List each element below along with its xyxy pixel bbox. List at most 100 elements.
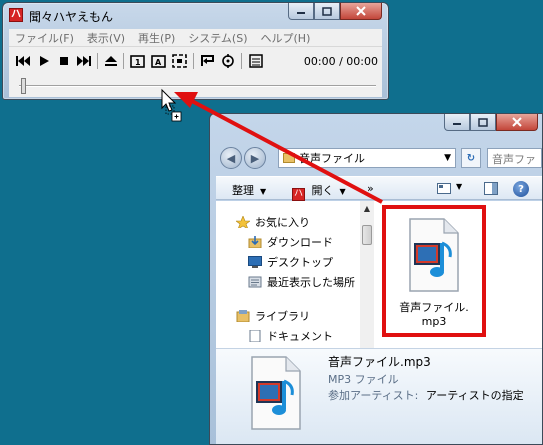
random-button[interactable] bbox=[171, 53, 187, 69]
nav-item-documents[interactable]: ドキュメント bbox=[248, 327, 333, 345]
search-input[interactable]: 音声ファ bbox=[487, 148, 542, 168]
window-title: 聞々ハヤえもん bbox=[29, 10, 114, 24]
menu-view[interactable]: 表示(V) bbox=[81, 30, 132, 46]
file-name-label: 音声ファイル. mp3 bbox=[386, 301, 482, 329]
nav-favorites-label: お気に入り bbox=[255, 216, 310, 229]
arrow-right-icon: ▶ bbox=[250, 151, 260, 165]
play-button[interactable] bbox=[36, 53, 52, 69]
desktop-icon bbox=[248, 256, 262, 268]
seek-bar[interactable] bbox=[19, 85, 376, 87]
repeat-one-icon: 1 bbox=[129, 55, 145, 68]
details-file-type: MP3 ファイル bbox=[328, 373, 399, 386]
next-button[interactable] bbox=[76, 53, 92, 69]
skip-forward-icon bbox=[77, 56, 91, 66]
view-icon[interactable] bbox=[437, 182, 451, 195]
download-icon bbox=[248, 236, 262, 248]
close-button[interactable] bbox=[496, 114, 538, 131]
repeat-all-icon: A bbox=[150, 55, 166, 68]
address-bar[interactable]: 音声ファイル ▼ bbox=[278, 148, 456, 168]
previous-button[interactable] bbox=[15, 53, 31, 69]
caption-buttons bbox=[288, 3, 382, 20]
toolbar-separator bbox=[241, 53, 242, 69]
chevron-down-icon: ▼ bbox=[337, 187, 346, 196]
repeat-all-button[interactable]: A bbox=[150, 53, 166, 69]
details-artist-value[interactable]: アーティストの指定 bbox=[426, 389, 524, 402]
nav-item-downloads[interactable]: ダウンロード bbox=[248, 233, 333, 251]
refresh-button[interactable]: ↻ bbox=[461, 148, 481, 168]
minimize-button[interactable] bbox=[444, 114, 470, 131]
time-display: 00:00 / 00:00 bbox=[303, 55, 378, 68]
minimize-icon bbox=[453, 123, 461, 125]
open-button[interactable]: ハ 開く ▼ bbox=[292, 182, 346, 201]
preview-pane-icon[interactable] bbox=[484, 182, 498, 195]
nav-pane-scrollbar[interactable]: ▲ bbox=[360, 201, 374, 348]
marker-button[interactable] bbox=[220, 53, 236, 69]
menu-play[interactable]: 再生(P) bbox=[132, 30, 182, 46]
maximize-button[interactable] bbox=[470, 114, 496, 131]
scroll-up-icon[interactable]: ▲ bbox=[360, 201, 374, 215]
play-icon bbox=[40, 56, 49, 66]
explorer-window[interactable]: ◀ ▶ 音声ファイル ▼ ↻ 音声ファ 整理 ▼ ハ 開く ▼ » ▼ ? お気… bbox=[209, 113, 543, 445]
eject-icon bbox=[105, 56, 117, 66]
navigation-pane: お気に入り ダウンロード デスクトップ 最近表示した場所 ライブラリ ドキュメン… bbox=[216, 201, 373, 348]
file-list: 音声ファイル. mp3 bbox=[374, 201, 542, 348]
maximize-button[interactable] bbox=[314, 3, 340, 20]
address-text: 音声ファイル bbox=[299, 152, 365, 165]
refresh-icon: ↻ bbox=[466, 152, 476, 164]
toolbar-separator bbox=[123, 53, 124, 69]
chevron-down-icon[interactable]: ▼ bbox=[456, 182, 462, 191]
close-button[interactable] bbox=[340, 3, 382, 20]
nav-item-desktop[interactable]: デスクトップ bbox=[248, 253, 333, 271]
documents-icon bbox=[249, 330, 261, 342]
seek-thumb[interactable] bbox=[21, 78, 26, 94]
scroll-thumb[interactable] bbox=[362, 225, 372, 245]
chevron-down-icon: ▼ bbox=[257, 187, 267, 196]
minimize-icon bbox=[297, 12, 305, 14]
file-item-mp3[interactable]: 音声ファイル. mp3 bbox=[382, 205, 486, 337]
player-window[interactable]: ハ 聞々ハヤえもん ファイル(F) 表示(V) 再生(P) システム(S) ヘル… bbox=[2, 2, 389, 100]
help-icon[interactable]: ? bbox=[513, 181, 529, 197]
stop-button[interactable] bbox=[56, 53, 72, 69]
organize-label: 整理 bbox=[232, 184, 254, 197]
loop-ab-button[interactable] bbox=[199, 53, 215, 69]
arrow-left-icon: ◀ bbox=[226, 151, 236, 165]
details-file-name: 音声ファイル.mp3 bbox=[328, 355, 431, 369]
more-commands-button[interactable]: » bbox=[367, 182, 374, 195]
caption-buttons bbox=[444, 114, 538, 131]
close-icon bbox=[356, 6, 366, 16]
settings-button[interactable] bbox=[248, 53, 264, 69]
chevron-down-icon[interactable]: ▼ bbox=[444, 153, 451, 163]
loop-icon bbox=[200, 55, 214, 66]
organize-button[interactable]: 整理 ▼ bbox=[232, 182, 266, 198]
maximize-icon bbox=[478, 117, 488, 127]
repeat-one-button[interactable]: 1 bbox=[129, 53, 145, 69]
back-button[interactable]: ◀ bbox=[220, 147, 242, 169]
menu-help[interactable]: ヘルプ(H) bbox=[255, 30, 318, 46]
nav-favorites[interactable]: お気に入り bbox=[236, 213, 310, 231]
minimize-button[interactable] bbox=[288, 3, 314, 20]
seek-area bbox=[9, 75, 382, 97]
nav-item-label: ダウンロード bbox=[267, 236, 333, 249]
nav-item-label: デスクトップ bbox=[267, 256, 333, 269]
menu-file[interactable]: ファイル(F) bbox=[9, 30, 81, 46]
file-name-line1: 音声ファイル. bbox=[399, 301, 469, 314]
nav-libraries[interactable]: ライブラリ bbox=[236, 307, 310, 325]
nav-item-recent-places[interactable]: 最近表示した場所 bbox=[248, 273, 355, 291]
shuffle-icon bbox=[171, 54, 187, 68]
folder-icon bbox=[283, 153, 295, 163]
open-button[interactable] bbox=[103, 53, 119, 69]
equalizer-icon bbox=[249, 54, 263, 68]
star-icon bbox=[236, 216, 250, 228]
menu-system[interactable]: システム(S) bbox=[182, 30, 254, 46]
audio-file-icon bbox=[251, 356, 301, 430]
details-artist-label: 参加アーティスト: bbox=[328, 389, 419, 402]
app-icon: ハ bbox=[9, 8, 23, 22]
stop-icon bbox=[60, 57, 68, 65]
forward-button[interactable]: ▶ bbox=[244, 147, 266, 169]
app-icon: ハ bbox=[292, 188, 305, 201]
player-menu-bar: ファイル(F) 表示(V) 再生(P) システム(S) ヘルプ(H) bbox=[9, 29, 382, 47]
toolbar-separator bbox=[97, 53, 98, 69]
player-title-bar[interactable]: ハ 聞々ハヤえもん bbox=[3, 3, 388, 27]
nav-item-label: 最近表示した場所 bbox=[267, 276, 355, 289]
maximize-icon bbox=[322, 6, 332, 16]
